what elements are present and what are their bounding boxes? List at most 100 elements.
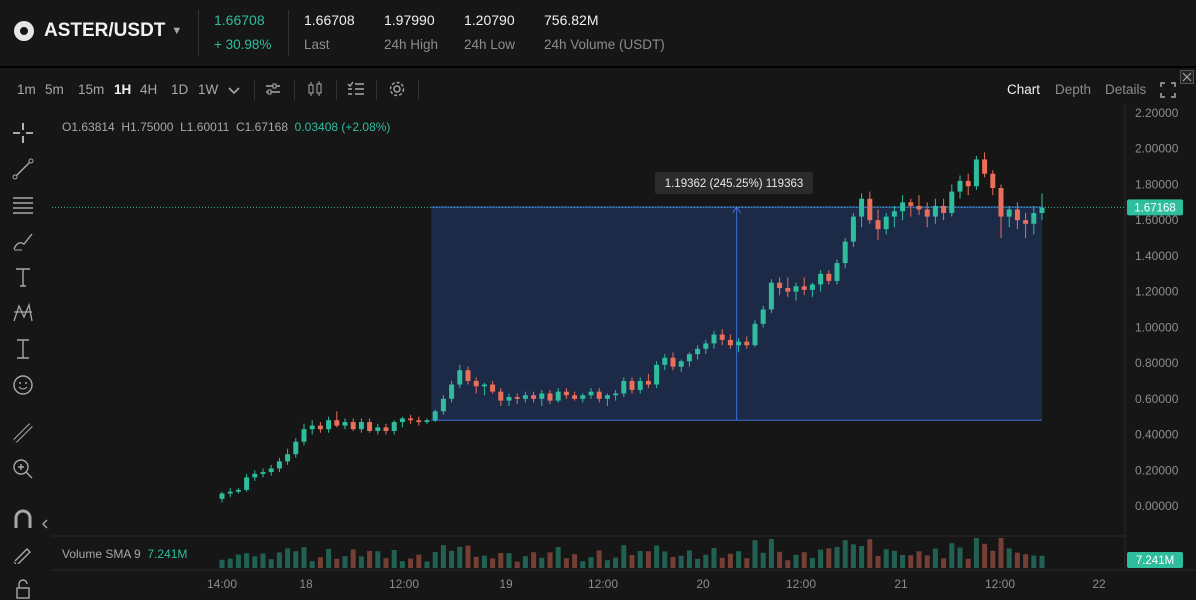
candle-body: [522, 395, 528, 399]
candle-body: [867, 198, 873, 221]
candle-body: [285, 454, 291, 462]
candle-body: [883, 216, 889, 230]
volume-bar: [768, 539, 774, 568]
candle-body: [785, 288, 791, 292]
volume-bar: [1031, 555, 1037, 568]
volume-bar: [572, 554, 578, 568]
candle-body: [244, 477, 250, 490]
volume-bar: [637, 551, 643, 568]
volume-bar: [473, 556, 479, 568]
volume-bar: [555, 547, 561, 568]
x-tick-label: 12:00: [985, 577, 1015, 591]
volume-bar: [547, 552, 553, 568]
volume-bar: [227, 558, 233, 568]
candle-body: [801, 286, 807, 290]
volume-bar: [317, 557, 323, 568]
candle-body: [645, 380, 651, 385]
candle-body: [613, 393, 619, 396]
candle-body: [719, 334, 725, 340]
price-chart[interactable]: 2.200002.000001.800001.600001.400001.200…: [0, 0, 1196, 597]
candle-body: [1031, 213, 1037, 224]
volume-bar: [252, 556, 258, 568]
volume-bar: [924, 555, 930, 568]
volume-bar: [1023, 554, 1029, 568]
candle-body: [317, 425, 323, 430]
volume-bar: [301, 547, 307, 568]
volume-bar: [744, 558, 750, 568]
candle-body: [760, 309, 766, 324]
candle-body: [818, 273, 824, 285]
volume-bar: [736, 551, 742, 568]
volume-bar: [867, 539, 873, 568]
candle-body: [891, 211, 897, 217]
candle-body: [965, 180, 971, 187]
candle-body: [432, 411, 438, 421]
volume-bar: [1006, 548, 1012, 568]
candle-body: [408, 418, 414, 421]
candle-body: [391, 422, 397, 431]
volume-bar: [268, 559, 274, 568]
volume-bar: [235, 554, 241, 568]
volume-bar: [588, 557, 594, 568]
volume-bar: [539, 557, 545, 568]
x-tick-label: 18: [299, 577, 313, 591]
y-tick-label: 1.80000: [1135, 177, 1179, 191]
volume-bar: [678, 555, 684, 568]
candle-body: [235, 489, 241, 492]
candle-body: [309, 425, 315, 430]
volume-bar: [982, 543, 988, 568]
volume-bar: [752, 540, 758, 568]
candle-body: [662, 357, 668, 365]
candle-body: [736, 341, 742, 346]
candle-body: [1006, 209, 1012, 217]
volume-bar: [416, 554, 422, 568]
candle-body: [777, 282, 783, 289]
volume-bar: [432, 552, 438, 568]
volume-bar: [563, 558, 569, 568]
volume-bar: [998, 538, 1004, 568]
volume-bar: [399, 561, 405, 568]
candle-body: [752, 323, 758, 346]
volume-bar: [949, 543, 955, 568]
candle-body: [580, 395, 586, 399]
candle-body: [465, 370, 471, 381]
candle-body: [637, 380, 643, 390]
volume-bar: [875, 556, 881, 568]
volume-bar: [326, 549, 332, 568]
y-tick-label: 1.20000: [1135, 285, 1179, 299]
candle-body: [572, 395, 578, 399]
candle-body: [342, 422, 348, 426]
volume-bar: [932, 548, 938, 568]
candle-body: [490, 384, 496, 392]
volume-bar: [219, 559, 225, 568]
candle-body: [539, 393, 545, 399]
candle-body: [1014, 209, 1020, 221]
candle-body: [859, 198, 865, 217]
y-tick-label: 0.80000: [1135, 356, 1179, 370]
candle-body: [375, 427, 381, 431]
volume-bar: [350, 549, 356, 568]
candle-body: [473, 380, 479, 387]
candle-body: [982, 159, 988, 174]
x-tick-label: 12:00: [786, 577, 816, 591]
volume-bar: [973, 538, 979, 568]
y-tick-label: 0.40000: [1135, 428, 1179, 442]
candle-body: [449, 384, 455, 399]
candle-body: [219, 493, 225, 499]
candle-body: [924, 209, 930, 217]
volume-bar: [604, 560, 610, 568]
volume-bar: [801, 552, 807, 568]
volume-bar: [498, 553, 504, 568]
y-tick-label: 1.00000: [1135, 320, 1179, 334]
candle-body: [834, 263, 840, 281]
volume-bar: [367, 551, 373, 568]
candle-body: [900, 202, 906, 212]
volume-bar: [957, 547, 963, 568]
volume-bar: [670, 557, 676, 568]
candle-body: [596, 391, 602, 399]
x-tick-label: 21: [894, 577, 908, 591]
candle-body: [629, 380, 635, 390]
y-tick-label: 0.00000: [1135, 499, 1179, 513]
volume-bar: [580, 561, 586, 568]
volume-bar: [1014, 552, 1020, 568]
